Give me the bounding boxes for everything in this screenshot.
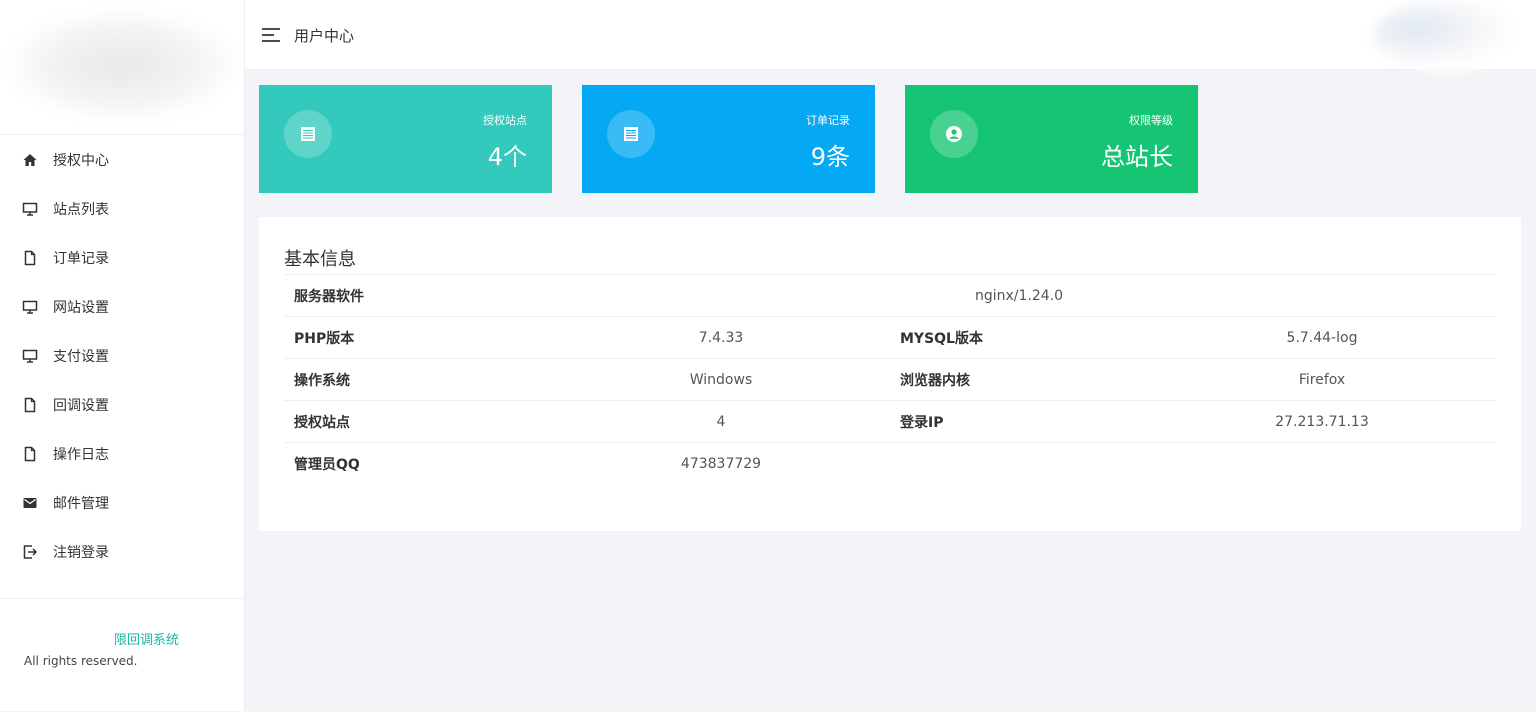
sidebar-item-order-records[interactable]: 订单记录 <box>0 233 244 282</box>
stat-card-order-records: 订单记录 9条 <box>582 85 875 193</box>
admin-qq-label: 管理员QQ <box>284 442 542 484</box>
table-row: 管理员QQ 473837729 <box>284 442 1496 484</box>
avatar[interactable] <box>1373 0 1521 72</box>
list-icon <box>284 110 332 158</box>
section-title: 基本信息 <box>284 249 356 270</box>
sidebar-item-label: 授权中心 <box>53 152 109 169</box>
sidebar-item-site-settings[interactable]: 网站设置 <box>0 282 244 331</box>
os-label: 操作系统 <box>284 358 542 401</box>
sidebar-item-site-list[interactable]: 站点列表 <box>0 184 244 233</box>
stat-label: 权限等级 <box>1129 114 1173 127</box>
mail-icon <box>22 495 38 511</box>
user-icon <box>930 110 978 158</box>
php-version-label: PHP版本 <box>284 316 542 359</box>
logo-area <box>0 0 244 135</box>
stat-value: 总站长 <box>1101 143 1173 171</box>
stat-card-permission-level: 权限等级 总站长 <box>905 85 1198 193</box>
mysql-version-value: 5.7.44-log <box>1148 316 1496 359</box>
sidebar: 授权中心 站点列表 订单记录 网站设置 支付设置 回调设置 操作日志 邮件管理 … <box>0 0 245 711</box>
info-table: 服务器软件 nginx/1.24.0 PHP版本 7.4.33 MYSQL版本 … <box>284 274 1496 484</box>
table-row: PHP版本 7.4.33 MYSQL版本 5.7.44-log <box>284 316 1496 359</box>
server-software-value: nginx/1.24.0 <box>542 274 1496 317</box>
footer-copyright: All rights reserved. <box>24 654 138 668</box>
footer-brand[interactable]: 限回调系统 <box>114 629 179 648</box>
sidebar-item-label: 回调设置 <box>53 397 109 414</box>
table-row: 操作系统 Windows 浏览器内核 Firefox <box>284 358 1496 401</box>
os-value: Windows <box>542 358 900 401</box>
empty-cell <box>1148 442 1496 484</box>
sidebar-item-label: 网站设置 <box>53 299 109 316</box>
stat-value: 9条 <box>810 143 850 171</box>
server-software-label: 服务器软件 <box>284 274 542 317</box>
table-row: 授权站点 4 登录IP 27.213.71.13 <box>284 400 1496 443</box>
admin-qq-value: 473837729 <box>542 442 900 484</box>
browser-engine-value: Firefox <box>1148 358 1496 401</box>
sidebar-footer: 限回调系统 All rights reserved. <box>0 598 244 712</box>
empty-cell <box>900 442 1148 484</box>
file-icon <box>22 446 38 462</box>
stat-label: 订单记录 <box>806 114 850 127</box>
sidebar-item-label: 订单记录 <box>53 250 109 267</box>
monitor-icon <box>22 348 38 364</box>
stat-card-authorized-sites: 授权站点 4个 <box>259 85 552 193</box>
authorized-sites-value: 4 <box>542 400 900 443</box>
sidebar-nav: 授权中心 站点列表 订单记录 网站设置 支付设置 回调设置 操作日志 邮件管理 … <box>0 135 244 576</box>
file-icon <box>22 397 38 413</box>
sidebar-item-operation-log[interactable]: 操作日志 <box>0 429 244 478</box>
basic-info-panel: 基本信息 服务器软件 nginx/1.24.0 PHP版本 7.4.33 MYS… <box>259 217 1521 531</box>
home-icon <box>22 152 38 168</box>
menu-icon[interactable] <box>261 26 283 44</box>
table-row: 服务器软件 nginx/1.24.0 <box>284 274 1496 317</box>
sidebar-item-label: 注销登录 <box>53 544 109 561</box>
login-ip-value: 27.213.71.13 <box>1148 400 1496 443</box>
php-version-value: 7.4.33 <box>542 316 900 359</box>
sidebar-item-label: 支付设置 <box>53 348 109 365</box>
stat-label: 授权站点 <box>483 114 527 127</box>
sidebar-item-logout[interactable]: 注销登录 <box>0 527 244 576</box>
browser-engine-label: 浏览器内核 <box>900 358 1148 401</box>
authorized-sites-label: 授权站点 <box>284 400 542 443</box>
topbar: 用户中心 <box>245 0 1536 72</box>
sidebar-item-auth-center[interactable]: 授权中心 <box>0 135 244 184</box>
sidebar-item-mail-management[interactable]: 邮件管理 <box>0 478 244 527</box>
logout-icon <box>22 544 38 560</box>
logo-image <box>8 10 236 120</box>
file-icon <box>22 250 38 266</box>
mysql-version-label: MYSQL版本 <box>900 316 1148 359</box>
sidebar-item-label: 邮件管理 <box>53 495 109 512</box>
monitor-icon <box>22 299 38 315</box>
login-ip-label: 登录IP <box>900 400 1148 443</box>
stat-value: 4个 <box>487 143 527 171</box>
sidebar-item-label: 站点列表 <box>53 201 109 218</box>
sidebar-item-label: 操作日志 <box>53 446 109 463</box>
sidebar-item-payment-settings[interactable]: 支付设置 <box>0 331 244 380</box>
list-icon <box>607 110 655 158</box>
sidebar-item-callback-settings[interactable]: 回调设置 <box>0 380 244 429</box>
page-title: 用户中心 <box>294 27 355 45</box>
monitor-icon <box>22 201 38 217</box>
